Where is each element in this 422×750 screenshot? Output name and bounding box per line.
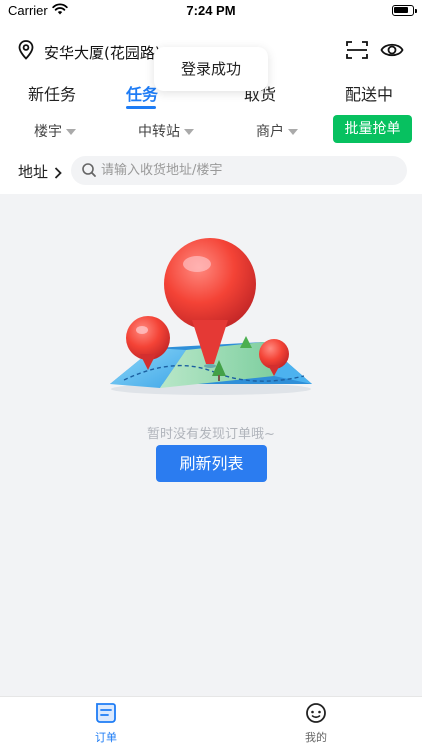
search-icon (81, 162, 97, 182)
filter-building[interactable]: 楼宇 (34, 121, 76, 141)
tab-new-tasks[interactable]: 新任务 (28, 81, 76, 105)
login-success-toast: 登录成功 (154, 47, 268, 91)
caret-down-icon (66, 129, 76, 135)
bottom-tab-bar: 订单 我的 (0, 696, 422, 750)
clock: 7:24 PM (186, 3, 236, 18)
tab-delivering[interactable]: 配送中 (345, 81, 393, 105)
filter-building-label: 楼宇 (34, 124, 62, 140)
battery-icon (392, 5, 417, 16)
filter-transfer-station[interactable]: 中转站 (138, 121, 194, 141)
tabbar-item-mine[interactable]: 我的 (286, 702, 346, 745)
search-input[interactable] (101, 156, 397, 185)
tabbar-item-orders[interactable]: 订单 (76, 702, 136, 745)
batch-grab-button[interactable]: 批量抢单 (333, 115, 412, 143)
orders-icon (94, 703, 118, 728)
search-box[interactable] (71, 156, 407, 185)
filter-merchant-label: 商户 (256, 124, 284, 140)
refresh-list-button[interactable]: 刷新列表 (156, 445, 267, 482)
caret-down-icon (288, 129, 298, 135)
tab-tasks[interactable]: 任务 (126, 81, 158, 105)
address-label[interactable]: 地址 (18, 161, 48, 182)
caret-down-icon (184, 129, 194, 135)
location-pin-icon (18, 40, 34, 64)
filter-merchant[interactable]: 商户 (256, 121, 298, 141)
header: 安华大厦(花园路) 新任务 任务 取货 配送中 登录成功 楼宇 中转站 商户 批… (0, 22, 422, 194)
chevron-right-icon[interactable] (54, 164, 62, 183)
empty-map-illustration (104, 238, 318, 400)
status-bar: Carrier 7:24 PM (0, 0, 422, 22)
location-text: 安华大厦(花园路) (44, 44, 161, 62)
profile-icon (304, 703, 328, 728)
active-tab-indicator (126, 106, 156, 109)
eye-icon[interactable] (380, 40, 404, 64)
filter-row: 楼宇 中转站 商户 批量抢单 (0, 115, 422, 145)
tabbar-label-mine: 我的 (305, 731, 327, 744)
scan-icon[interactable] (346, 40, 368, 64)
filter-transfer-station-label: 中转站 (138, 124, 180, 140)
tabbar-label-orders: 订单 (95, 731, 117, 744)
empty-state-text: 暂时没有发现订单哦~ (147, 427, 275, 442)
search-row: 地址 (0, 154, 422, 186)
